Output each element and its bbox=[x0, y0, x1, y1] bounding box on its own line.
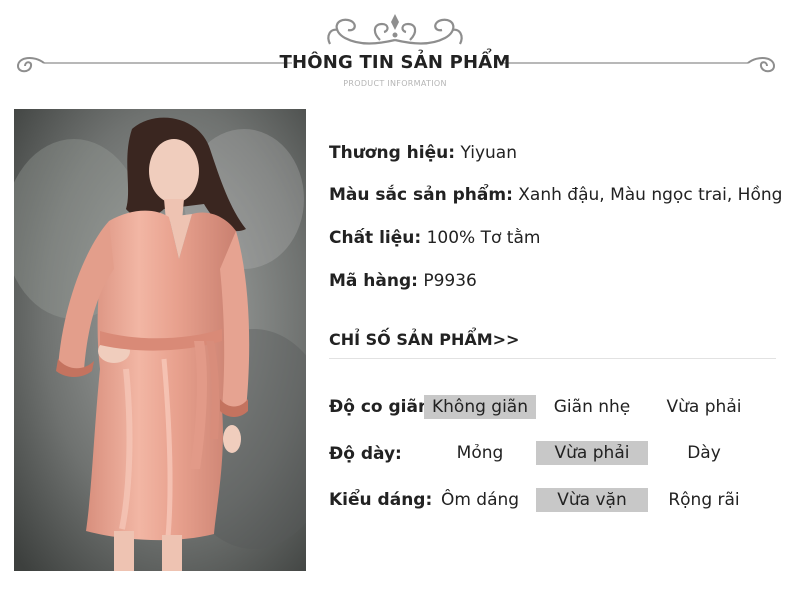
color-label: Màu sắc sản phẩm: bbox=[329, 185, 513, 205]
header: THÔNG TIN SẢN PHẨM PRODUCT INFORMATION bbox=[0, 0, 790, 100]
fit-option-loose: Rộng rãi bbox=[668, 490, 740, 510]
divider bbox=[329, 358, 776, 359]
code-value: P9936 bbox=[423, 271, 477, 291]
color-value: Xanh đậu, Màu ngọc trai, Hồng bbox=[518, 185, 783, 205]
material-line: Chất liệu: 100% Tơ tằm bbox=[329, 228, 540, 248]
section-subtitle: PRODUCT INFORMATION bbox=[343, 79, 447, 88]
brand-value: Yiyuan bbox=[460, 143, 517, 163]
thickness-option-thick: Dày bbox=[687, 443, 721, 463]
thickness-option-medium: Vừa phải bbox=[536, 441, 648, 465]
stretch-option-light: Giãn nhẹ bbox=[553, 397, 631, 417]
color-line: Màu sắc sản phẩm: Xanh đậu, Màu ngọc tra… bbox=[329, 185, 782, 205]
product-photo bbox=[14, 109, 306, 571]
fit-option-tight: Ôm dáng bbox=[440, 490, 520, 510]
stretch-label: Độ co giãn: bbox=[329, 397, 437, 417]
fit-label: Kiểu dáng: bbox=[329, 490, 433, 510]
thickness-option-thin: Mỏng bbox=[456, 443, 504, 463]
fit-option-regular: Vừa vặn bbox=[536, 488, 648, 512]
thickness-label: Độ dày: bbox=[329, 444, 402, 464]
brand-label: Thương hiệu: bbox=[329, 143, 456, 163]
material-value: 100% Tơ tằm bbox=[426, 228, 541, 248]
stretch-option-medium: Vừa phải bbox=[666, 397, 742, 417]
section-title: THÔNG TIN SẢN PHẨM bbox=[279, 52, 511, 73]
code-label: Mã hàng: bbox=[329, 271, 418, 291]
material-label: Chất liệu: bbox=[329, 228, 422, 248]
specs-title: CHỈ SỐ SẢN PHẨM>> bbox=[329, 330, 520, 349]
brand-line: Thương hiệu: Yiyuan bbox=[329, 143, 517, 163]
code-line: Mã hàng: P9936 bbox=[329, 271, 477, 291]
stretch-option-none: Không giãn bbox=[424, 395, 536, 419]
